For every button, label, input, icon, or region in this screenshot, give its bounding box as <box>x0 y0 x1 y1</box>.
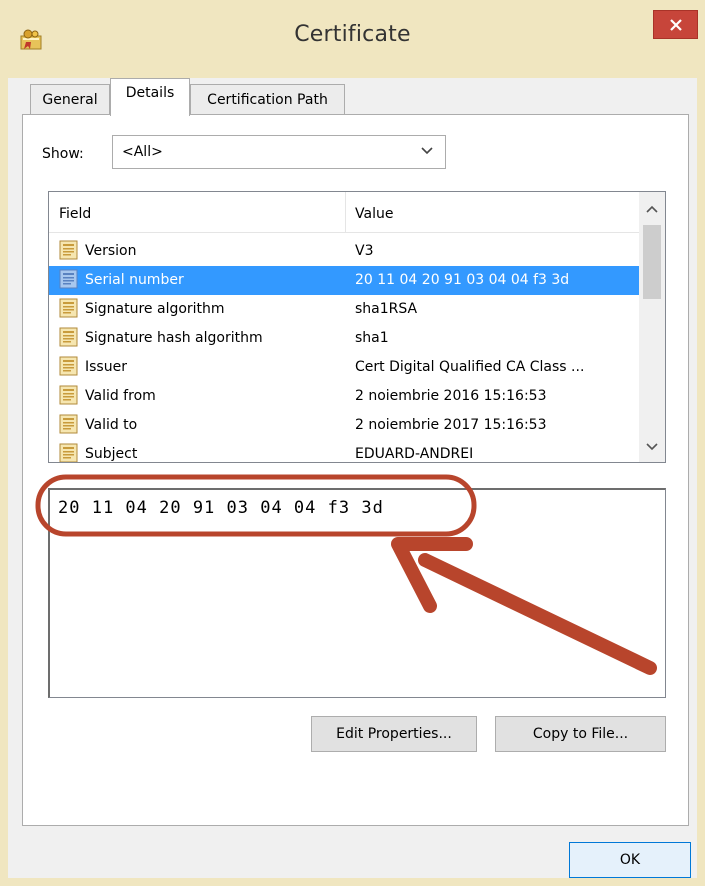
list-item[interactable]: Valid to 2 noiembrie 2017 15:16:53 <box>49 411 639 440</box>
list-item[interactable]: Subject EDUARD-ANDREI <box>49 440 639 462</box>
field-name: Valid to <box>85 417 138 433</box>
tab-details[interactable]: Details <box>110 78 190 116</box>
field-document-icon <box>59 269 78 289</box>
fields-list[interactable]: Field Value Version V3 Serial number 20 11 … <box>48 191 666 463</box>
field-document-icon <box>59 298 78 318</box>
list-rows: Version V3 Serial number 20 11 04 20 91 03 … <box>49 237 639 462</box>
field-document-icon <box>59 443 78 462</box>
tab-certification-path[interactable]: Certification Path <box>190 84 345 114</box>
field-name: Version <box>85 243 137 259</box>
certificate-window: Certificate General Details Certificatio… <box>0 0 705 886</box>
list-item[interactable]: Issuer Cert Digital Qualified CA Class ..… <box>49 353 639 382</box>
field-document-icon <box>59 356 78 376</box>
show-dropdown-value: <All> <box>122 144 163 160</box>
field-name: Signature algorithm <box>85 301 225 317</box>
field-document-icon <box>59 414 78 434</box>
field-name: Valid from <box>85 388 156 404</box>
field-value: 2 noiembrie 2017 15:16:53 <box>355 417 547 433</box>
chevron-down-icon <box>421 147 433 155</box>
chevron-up-icon <box>646 205 658 213</box>
field-name: Signature hash algorithm <box>85 330 263 346</box>
scrollbar-thumb[interactable] <box>643 225 661 299</box>
list-item[interactable]: Version V3 <box>49 237 639 266</box>
list-item[interactable]: Serial number 20 11 04 20 91 03 04 04 f3 … <box>49 266 639 295</box>
field-value: 20 11 04 20 91 03 04 04 f3 3d <box>355 272 570 288</box>
field-name: Issuer <box>85 359 127 375</box>
column-header-field[interactable]: Field <box>59 206 91 222</box>
field-value-textbox[interactable]: 20 11 04 20 91 03 04 04 f3 3d <box>48 488 666 698</box>
scroll-down-button[interactable] <box>639 434 665 460</box>
list-item[interactable]: Signature algorithm sha1RSA <box>49 295 639 324</box>
window-title: Certificate <box>294 22 411 47</box>
field-value-text[interactable]: 20 11 04 20 91 03 04 04 f3 3d <box>58 498 384 518</box>
field-value: sha1RSA <box>355 301 418 317</box>
column-divider[interactable] <box>345 192 346 232</box>
list-item[interactable]: Signature hash algorithm sha1 <box>49 324 639 353</box>
list-item[interactable]: Valid from 2 noiembrie 2016 15:16:53 <box>49 382 639 411</box>
list-scrollbar[interactable] <box>639 192 665 462</box>
title-bar[interactable]: Certificate <box>0 0 705 78</box>
field-name: Serial number <box>85 272 184 288</box>
field-value: Cert Digital Qualified CA Class ... <box>355 359 585 375</box>
close-icon <box>669 18 682 31</box>
copy-to-file-button[interactable]: Copy to File... <box>495 716 666 752</box>
list-header: Field Value <box>49 192 639 233</box>
field-value: sha1 <box>355 330 389 346</box>
tab-general[interactable]: General <box>30 84 110 114</box>
ok-button[interactable]: OK <box>569 842 691 878</box>
scroll-up-button[interactable] <box>639 196 665 222</box>
edit-properties-button[interactable]: Edit Properties... <box>311 716 477 752</box>
chevron-down-icon <box>646 443 658 451</box>
field-name: Subject <box>85 446 138 462</box>
column-header-value[interactable]: Value <box>355 206 393 222</box>
field-value: V3 <box>355 243 374 259</box>
show-label: Show: <box>42 146 84 162</box>
field-value: 2 noiembrie 2016 15:16:53 <box>355 388 547 404</box>
field-document-icon <box>59 385 78 405</box>
close-button[interactable] <box>653 10 698 39</box>
field-document-icon <box>59 327 78 347</box>
field-document-icon <box>59 240 78 260</box>
show-dropdown[interactable]: <All> <box>112 135 446 169</box>
field-value: EDUARD-ANDREI <box>355 446 474 462</box>
